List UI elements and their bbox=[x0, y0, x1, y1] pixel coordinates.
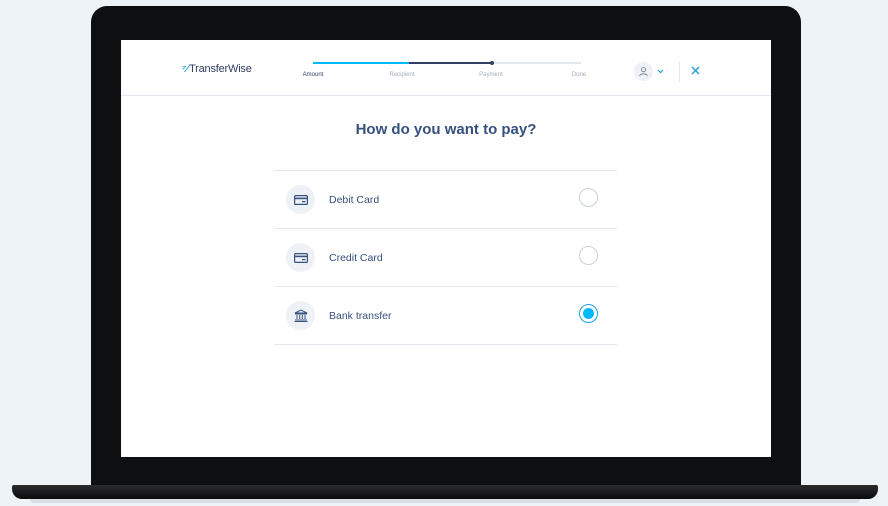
bank-icon bbox=[286, 301, 315, 330]
laptop-base bbox=[12, 485, 878, 499]
chevron-down-icon bbox=[657, 67, 664, 76]
step-recipient: Recipient bbox=[389, 72, 415, 78]
step-done: Done bbox=[571, 72, 587, 78]
progress-stepper: Amount Recipient Payment Done bbox=[301, 60, 591, 84]
radio-credit-card[interactable] bbox=[579, 246, 598, 265]
card-icon bbox=[286, 243, 315, 272]
radio-bank-transfer[interactable] bbox=[579, 304, 598, 323]
payment-option-debit-card[interactable]: Debit Card bbox=[274, 171, 617, 229]
progress-track bbox=[313, 61, 581, 65]
page-title: How do you want to pay? bbox=[355, 121, 537, 138]
progress-marker bbox=[490, 61, 494, 65]
payment-option-credit-card[interactable]: Credit Card bbox=[274, 229, 617, 287]
progress-fill bbox=[313, 62, 409, 64]
app-screen: ⁷⁄ TransferWise Amount Recipient Payment… bbox=[121, 40, 771, 457]
top-bar: ⁷⁄ TransferWise Amount Recipient Payment… bbox=[121, 40, 771, 96]
card-icon bbox=[286, 185, 315, 214]
header-divider bbox=[679, 61, 680, 82]
step-amount: Amount bbox=[302, 72, 324, 78]
laptop-shadow bbox=[30, 499, 860, 503]
payment-options-list: Debit Card Credit Card Bank transfer bbox=[274, 170, 617, 345]
account-menu-button[interactable] bbox=[634, 61, 664, 81]
transferwise-logo[interactable]: ⁷⁄ TransferWise bbox=[182, 63, 252, 75]
logo-flag-icon: ⁷⁄ bbox=[182, 63, 189, 75]
close-button[interactable] bbox=[691, 64, 700, 78]
option-label: Bank transfer bbox=[329, 310, 392, 322]
progress-fill-active bbox=[409, 62, 493, 64]
user-icon bbox=[634, 61, 653, 81]
option-label: Debit Card bbox=[329, 194, 380, 206]
step-payment: Payment bbox=[479, 72, 503, 78]
close-icon bbox=[691, 66, 700, 75]
logo-text: TransferWise bbox=[189, 63, 252, 75]
radio-debit-card[interactable] bbox=[579, 188, 598, 207]
payment-option-bank-transfer[interactable]: Bank transfer bbox=[274, 287, 617, 345]
option-label: Credit Card bbox=[329, 252, 383, 264]
